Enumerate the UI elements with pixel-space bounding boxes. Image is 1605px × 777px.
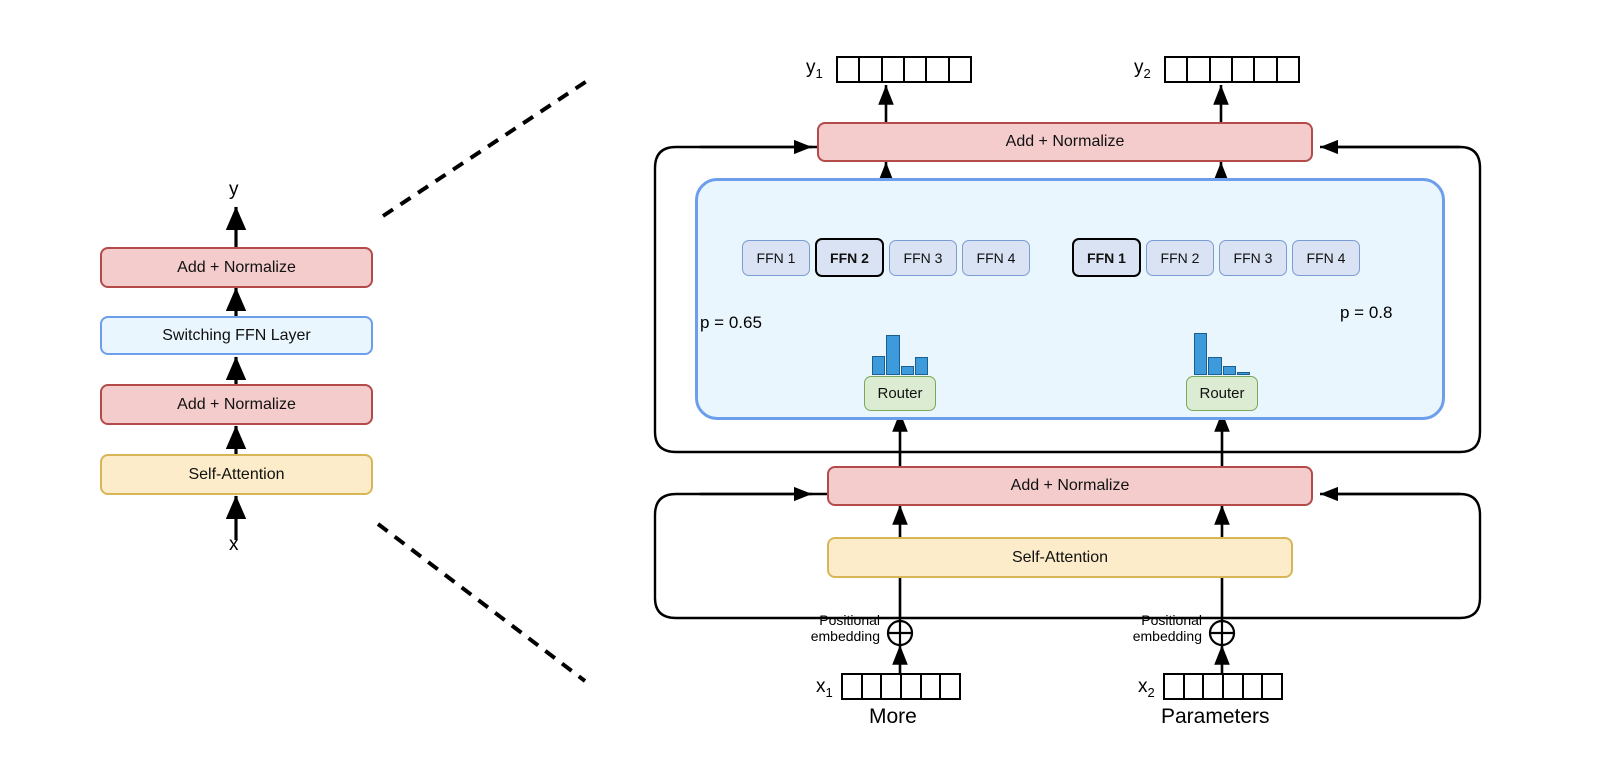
ffn-2-group-2[interactable]: FFN 2 (1146, 240, 1214, 276)
token-cell (882, 675, 903, 698)
y2-token-strip (1164, 56, 1300, 83)
x1-label: x1 (816, 676, 833, 700)
token-cell (905, 58, 928, 81)
router-bar-1-3 (900, 365, 914, 375)
y1-label-subscript: 1 (815, 65, 823, 81)
diagram-canvas: y x Add + Normalize Switching FFN Layer … (0, 0, 1605, 777)
right-self-attention[interactable]: Self-Attention (827, 537, 1293, 578)
y2-label-text: y (1134, 57, 1144, 78)
right-bottom-add-normalize[interactable]: Add + Normalize (827, 466, 1313, 506)
positional-embedding-label-1: Positional embedding (798, 612, 880, 644)
token-cell (1233, 58, 1256, 81)
token-cell (1211, 58, 1233, 81)
router-2[interactable]: Router (1186, 376, 1258, 411)
ffn-1-group-2[interactable]: FFN 1 (1072, 238, 1141, 277)
switching-ffn-layer-container (695, 178, 1445, 420)
router-1[interactable]: Router (864, 376, 936, 411)
router-distribution-histogram-1 (872, 333, 928, 375)
ffn-3-group-2[interactable]: FFN 3 (1219, 240, 1287, 276)
ffn-4-group-1[interactable]: FFN 4 (962, 240, 1030, 276)
plus-node-1 (886, 619, 914, 647)
token-cell (950, 58, 970, 81)
token-cell (902, 675, 922, 698)
token-cell (922, 675, 942, 698)
positional-embedding-line2: embedding (1132, 627, 1202, 644)
token-cell (1166, 58, 1189, 81)
y1-token-strip (836, 56, 972, 83)
y2-label-subscript: 2 (1143, 65, 1151, 81)
router-bar-2-1 (1194, 333, 1208, 375)
input-word-2: Parameters (1161, 705, 1270, 728)
router-bar-1-4 (914, 357, 928, 375)
token-cell (1188, 58, 1211, 81)
positional-embedding-line1: Positional (819, 612, 880, 628)
positional-embedding-label-2: Positional embedding (1120, 612, 1202, 644)
x1-token-strip (841, 673, 961, 700)
token-cell (927, 58, 950, 81)
ffn-2-group-1[interactable]: FFN 2 (815, 238, 884, 277)
ffn-3-group-1[interactable]: FFN 3 (889, 240, 957, 276)
token-cell (838, 58, 861, 81)
y1-label: y1 (806, 57, 823, 81)
router-bar-1-1 (872, 356, 886, 375)
token-cell (1224, 675, 1244, 698)
token-cell (1165, 675, 1185, 698)
x2-label-subscript: 2 (1147, 684, 1155, 700)
router-distribution-histogram-2 (1194, 333, 1250, 375)
token-cell (1263, 675, 1281, 698)
x2-token-strip (1163, 673, 1283, 700)
router-probability-1: p = 0.65 (700, 313, 762, 332)
token-cell (1244, 675, 1264, 698)
input-word-1: More (869, 705, 917, 728)
x1-label-text: x (816, 676, 826, 697)
ffn-1-group-1[interactable]: FFN 1 (742, 240, 810, 276)
token-cell (1278, 58, 1298, 81)
right-top-add-normalize[interactable]: Add + Normalize (817, 122, 1313, 162)
positional-embedding-line2: embedding (810, 627, 880, 644)
router-bar-1-2 (886, 335, 900, 375)
token-cell (843, 675, 863, 698)
plus-node-2 (1208, 619, 1236, 647)
x2-label-text: x (1138, 676, 1148, 697)
router-bar-2-4 (1236, 372, 1250, 375)
positional-embedding-line1: Positional (1141, 612, 1202, 628)
x2-label: x2 (1138, 676, 1155, 700)
token-cell (1204, 675, 1225, 698)
token-cell (860, 58, 883, 81)
ffn-4-group-2[interactable]: FFN 4 (1292, 240, 1360, 276)
router-bar-2-2 (1208, 357, 1222, 375)
token-cell (1255, 58, 1278, 81)
token-cell (863, 675, 883, 698)
token-cell (1185, 675, 1205, 698)
token-cell (941, 675, 959, 698)
token-cell (883, 58, 905, 81)
router-probability-2: p = 0.8 (1340, 303, 1393, 322)
router-bar-2-3 (1222, 365, 1236, 375)
y2-label: y2 (1134, 57, 1151, 81)
x1-label-subscript: 1 (825, 684, 833, 700)
y1-label-text: y (806, 57, 816, 78)
